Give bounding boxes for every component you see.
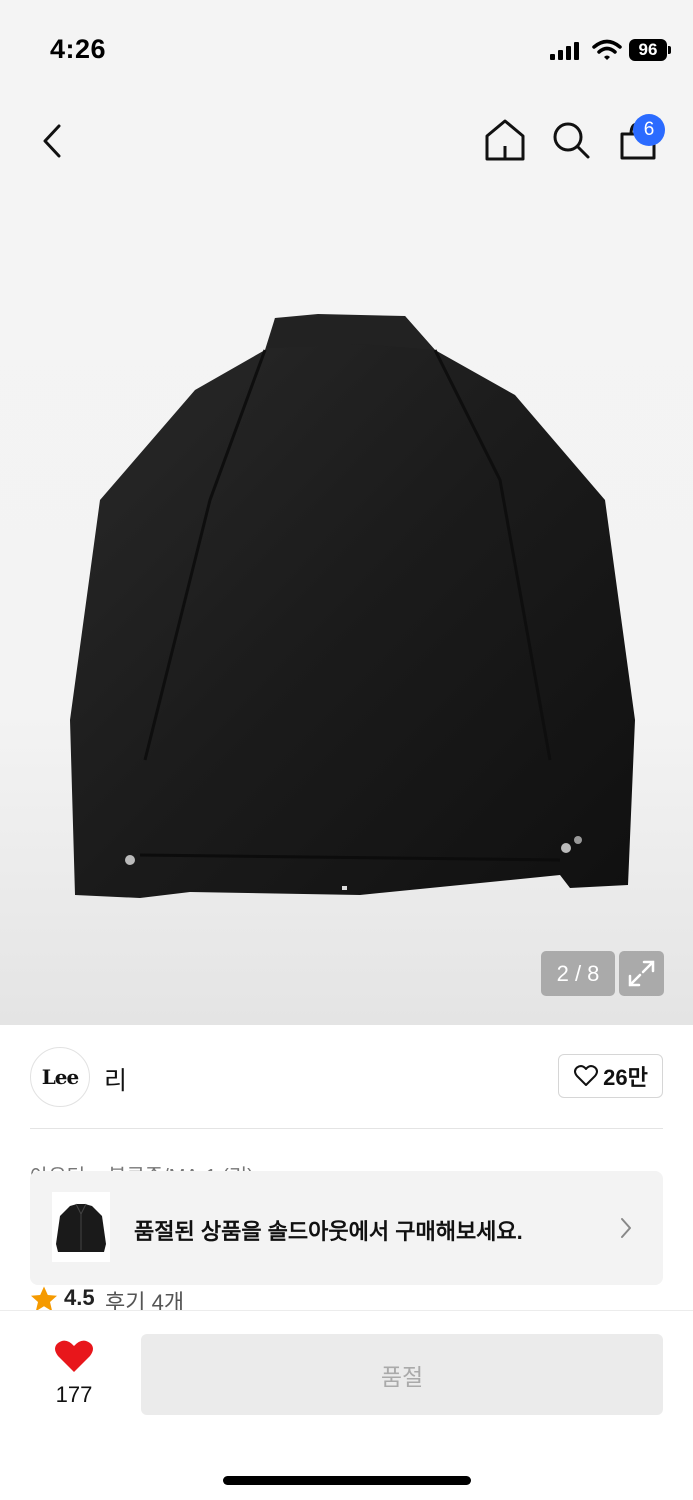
expand-icon [628, 960, 655, 987]
product-page: 4:26 96 6 2 / 8 Lee 리 26만 품절된 상품을 솔드아웃에서… [0, 0, 693, 1500]
image-counter: 2 / 8 [541, 951, 615, 996]
product-image-area[interactable]: 4:26 96 6 2 / 8 [0, 0, 693, 1025]
home-button[interactable] [482, 116, 528, 164]
banner-text: 품절된 상품을 솔드아웃에서 구매해보세요. [134, 1219, 523, 1244]
signal-icon [550, 42, 582, 60]
home-icon [485, 119, 525, 161]
search-button[interactable] [548, 116, 594, 164]
like-count: 177 [55, 1382, 93, 1407]
star-icon [31, 1286, 57, 1312]
back-button[interactable] [34, 118, 74, 164]
brand-like-button[interactable]: 26만 [558, 1054, 663, 1098]
home-indicator [223, 1476, 471, 1485]
wifi-icon [592, 39, 622, 60]
expand-image-button[interactable] [619, 951, 664, 996]
divider [30, 1128, 663, 1129]
heart-outline-icon [574, 1065, 599, 1086]
search-icon [553, 122, 590, 159]
like-button[interactable] [53, 1339, 95, 1375]
brand-logo[interactable]: Lee [30, 1047, 90, 1107]
product-image [70, 314, 635, 898]
banner-product-thumbnail [52, 1192, 110, 1262]
soldout-button[interactable]: 품절 [141, 1334, 663, 1415]
brand-like-count: 26만 [603, 1065, 648, 1090]
chevron-left-icon [43, 124, 61, 158]
chevron-right-icon [621, 1218, 631, 1238]
rating-value: 4.5 [64, 1285, 95, 1310]
status-time: 4:26 [50, 34, 107, 64]
heart-filled-icon [55, 1340, 93, 1372]
battery-tip [668, 46, 671, 54]
brand-name[interactable]: 리 [104, 1061, 127, 1097]
cart-count-badge: 6 [633, 114, 665, 146]
soldout-market-banner[interactable]: 품절된 상품을 솔드아웃에서 구매해보세요. [30, 1171, 663, 1285]
battery-indicator: 96 [629, 39, 667, 61]
